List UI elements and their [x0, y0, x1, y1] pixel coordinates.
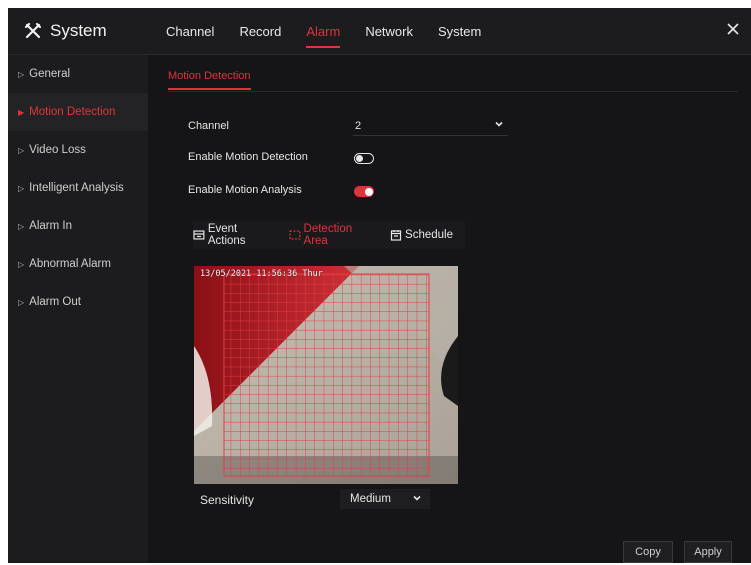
enable-motion-detection-label: Enable Motion Detection	[188, 151, 308, 163]
sensitivity-select[interactable]: Medium	[340, 489, 430, 509]
close-button[interactable]	[723, 19, 743, 39]
close-icon	[727, 23, 739, 35]
sidebar-item-alarm-in[interactable]: ▷ Alarm In	[8, 207, 148, 245]
sidebar-item-motion-detection[interactable]: ▶ Motion Detection	[8, 93, 148, 131]
top-bar: System Channel Record Alarm Network Syst…	[8, 8, 751, 55]
triangle-right-icon: ▷	[18, 145, 25, 155]
enable-motion-analysis-label: Enable Motion Analysis	[188, 184, 302, 196]
apply-button[interactable]: Apply	[684, 541, 732, 563]
sidebar-item-intelligent-analysis[interactable]: ▷ Intelligent Analysis	[8, 169, 148, 207]
chevron-down-icon	[495, 121, 503, 127]
tab-system[interactable]: System	[438, 8, 481, 54]
subtab-divider	[168, 91, 738, 92]
sidebar: ▷ General ▶ Motion Detection ▷ Video Loss ▷…	[8, 55, 148, 563]
sidebar-item-video-loss[interactable]: ▷ Video Loss	[8, 131, 148, 169]
camera-image	[194, 266, 458, 484]
triangle-right-icon: ▷	[18, 183, 25, 193]
inner-tabs: Event Actions Detection Area Schedule	[193, 221, 465, 249]
event-actions-icon	[193, 230, 205, 240]
tools-icon	[24, 22, 42, 39]
enable-motion-detection-toggle[interactable]	[354, 153, 374, 164]
chevron-down-icon	[413, 495, 421, 501]
sidebar-item-alarm-out[interactable]: ▷ Alarm Out	[8, 283, 148, 321]
calendar-icon	[390, 230, 402, 241]
osd-timestamp: 13/05/2021 11:56:36 Thur	[200, 269, 323, 279]
channel-label: Channel	[188, 120, 229, 132]
channel-select[interactable]: 2	[353, 116, 508, 136]
main-panel: Motion Detection Channel 2 Enable Motion…	[148, 55, 751, 563]
sensitivity-value: Medium	[350, 493, 391, 505]
settings-window: System Channel Record Alarm Network Syst…	[8, 8, 751, 563]
app-title: System	[50, 21, 107, 40]
detection-area-preview[interactable]: 13/05/2021 11:56:36 Thur	[194, 266, 458, 484]
triangle-right-icon: ▷	[18, 221, 25, 231]
enable-motion-analysis-toggle[interactable]	[354, 186, 374, 197]
subtab-motion-detection[interactable]: Motion Detection	[168, 70, 251, 90]
tab-event-actions[interactable]: Event Actions	[193, 223, 277, 247]
tab-channel[interactable]: Channel	[166, 8, 214, 54]
app-brand: System	[8, 8, 148, 54]
copy-button[interactable]: Copy	[623, 541, 673, 563]
sidebar-item-abnormal-alarm[interactable]: ▷ Abnormal Alarm	[8, 245, 148, 283]
triangle-right-icon: ▷	[18, 297, 25, 307]
tab-detection-area[interactable]: Detection Area	[289, 223, 378, 247]
sidebar-item-general[interactable]: ▷ General	[8, 55, 148, 93]
triangle-right-icon: ▶	[18, 107, 25, 117]
triangle-right-icon: ▷	[18, 69, 25, 79]
tab-alarm[interactable]: Alarm	[306, 8, 340, 54]
toggle-knob	[356, 154, 363, 162]
tab-network[interactable]: Network	[365, 8, 413, 54]
toggle-knob	[365, 187, 373, 196]
triangle-right-icon: ▷	[18, 259, 25, 269]
channel-value: 2	[355, 119, 362, 132]
detection-area-icon	[289, 230, 301, 240]
top-tabs: Channel Record Alarm Network System	[166, 8, 506, 54]
sensitivity-label: Sensitivity	[200, 493, 255, 507]
tab-record[interactable]: Record	[239, 8, 281, 54]
tab-schedule[interactable]: Schedule	[390, 229, 453, 241]
